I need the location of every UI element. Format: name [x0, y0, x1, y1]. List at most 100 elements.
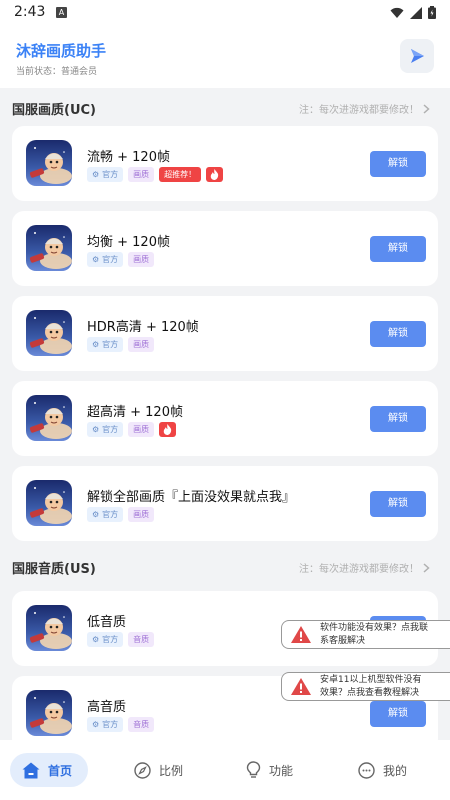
support-toast[interactable]: 软件功能没有效果？点我联 系客服解决 [281, 620, 450, 649]
nav-ratio[interactable]: 比例 [134, 753, 183, 787]
game-thumbnail [26, 690, 72, 736]
unlock-button[interactable]: 解锁 [370, 321, 426, 347]
unlock-button[interactable]: 解锁 [370, 406, 426, 432]
official-tag-label: 官方 [102, 425, 119, 434]
tag-row: ⚙ 官方 画质 [87, 252, 155, 267]
official-tag-icon: ⚙ [92, 170, 100, 179]
unlock-button[interactable]: 解锁 [370, 236, 426, 262]
toast-line: 系客服解决 [320, 635, 366, 646]
official-tag-icon: ⚙ [92, 255, 100, 264]
official-tag-label: 官方 [102, 635, 119, 644]
official-tag: ⚙ 官方 [87, 717, 124, 732]
official-tag-icon: ⚙ [92, 635, 100, 644]
status-bar: 2:43 A [0, 0, 450, 26]
tag-row: ⚙ 官方 画质 [87, 507, 155, 522]
card-unlock-all[interactable]: 解锁全部画质『上面没效果就点我』 ⚙ 官方 画质 解锁 [12, 466, 438, 541]
nav-mine[interactable]: 我的 [358, 753, 407, 787]
tutorial-toast[interactable]: 安卓11以上机型软件没有 效果？点我查看教程解决 [281, 672, 450, 701]
section-title: 国服音质(US) [12, 562, 96, 577]
card-title: HDR高清 + 120帧 [87, 320, 199, 335]
audio-tag: 音质 [128, 717, 155, 732]
card-hdr-120[interactable]: HDR高清 + 120帧 ⚙ 官方 画质 解锁 [12, 296, 438, 371]
section-note-text: 注：每次进游戏都要修改！ [299, 105, 419, 116]
tag-row: ⚙ 官方 音质 [87, 717, 155, 732]
warning-icon [291, 626, 311, 643]
member-status: 当前状态：普通会员 [16, 67, 98, 77]
game-thumbnail [26, 310, 72, 356]
card-title: 解锁全部画质『上面没效果就点我』 [87, 490, 296, 505]
nav-label: 我的 [383, 763, 408, 778]
tag-row: ⚙ 官方 音质 [87, 632, 155, 647]
play-button[interactable] [400, 39, 434, 73]
quality-tag: 画质 [128, 252, 155, 267]
quality-tag: 画质 [128, 507, 155, 522]
card-balanced-120[interactable]: 均衡 + 120帧 ⚙ 官方 画质 解锁 [12, 211, 438, 286]
app-header: 沐辞画质助手 当前状态：普通会员 [0, 26, 450, 88]
official-tag-label: 官方 [102, 170, 119, 179]
game-thumbnail [26, 480, 72, 526]
section-note: 注：每次进游戏都要修改！ [299, 101, 430, 116]
section-note: 注：每次进游戏都要修改！ [299, 560, 430, 575]
official-tag-label: 官方 [102, 720, 119, 729]
official-tag: ⚙ 官方 [87, 632, 124, 647]
game-thumbnail [26, 605, 72, 651]
game-thumbnail [26, 395, 72, 441]
official-tag-icon: ⚙ [92, 340, 100, 349]
game-thumbnail [26, 140, 72, 186]
toast-line: 软件功能没有效果？点我联 [320, 622, 429, 633]
section-header-uc[interactable]: 国服画质(UC) 注：每次进游戏都要修改！ [0, 90, 450, 124]
official-tag-label: 官方 [102, 510, 119, 519]
nav-home[interactable]: 首页 [10, 753, 89, 787]
unlock-button[interactable]: 解锁 [370, 491, 426, 517]
status-time: 2:43 [14, 4, 46, 20]
official-tag-label: 官方 [102, 255, 119, 264]
toast-message: 软件功能没有效果？点我联 系客服解决 [320, 622, 428, 648]
chevron-right-icon [423, 562, 430, 573]
official-tag: ⚙ 官方 [87, 167, 124, 182]
tag-row: ⚙ 官方 画质 超推荐！ [87, 167, 224, 182]
app-title: 沐辞画质助手 [16, 42, 107, 60]
quality-tag: 画质 [128, 422, 155, 437]
section-title: 国服画质(UC) [12, 103, 96, 118]
nav-features[interactable]: 功能 [246, 753, 293, 787]
card-ultra-120[interactable]: 超高清 + 120帧 ⚙ 官方 画质 解锁 [12, 381, 438, 456]
nav-label: 功能 [269, 763, 294, 778]
card-title: 低音质 [87, 615, 127, 630]
toast-line: 安卓11以上机型软件没有 [320, 674, 422, 685]
toast-message: 安卓11以上机型软件没有 效果？点我查看教程解决 [320, 674, 421, 700]
card-title: 高音质 [87, 700, 127, 715]
game-thumbnail [26, 225, 72, 271]
tag-row: ⚙ 官方 画质 [87, 337, 155, 352]
chevron-right-icon [423, 103, 430, 114]
warning-icon [291, 678, 311, 695]
unlock-button[interactable]: 解锁 [370, 151, 426, 177]
official-tag: ⚙ 官方 [87, 337, 124, 352]
official-tag-icon: ⚙ [92, 720, 100, 729]
tag-row: ⚙ 官方 画质 [87, 422, 177, 437]
card-title: 超高清 + 120帧 [87, 405, 183, 420]
play-icon [411, 49, 424, 63]
card-title: 均衡 + 120帧 [87, 235, 170, 250]
system-icons [390, 6, 436, 19]
audio-tag: 音质 [128, 632, 155, 647]
section-header-us[interactable]: 国服音质(US) 注：每次进游戏都要修改！ [0, 549, 450, 583]
bulb-icon [246, 761, 261, 778]
signal-icon [410, 6, 422, 19]
official-tag: ⚙ 官方 [87, 507, 124, 522]
fire-icon [159, 422, 177, 437]
nav-label: 比例 [159, 763, 184, 778]
bottom-nav: 首页 比例 功能 我的 [0, 740, 450, 800]
card-title: 流畅 + 120帧 [87, 150, 170, 165]
battery-icon [428, 6, 436, 19]
official-tag: ⚙ 官方 [87, 422, 124, 437]
section-note-text: 注：每次进游戏都要修改！ [299, 564, 419, 575]
home-icon [22, 762, 40, 778]
official-tag-label: 官方 [102, 340, 119, 349]
unlock-button[interactable]: 解锁 [370, 701, 426, 727]
nav-label: 首页 [48, 763, 73, 778]
official-tag-icon: ⚙ [92, 425, 100, 434]
toast-line: 效果？点我查看教程解决 [320, 687, 420, 698]
wifi-icon [390, 7, 404, 18]
official-tag-icon: ⚙ [92, 510, 100, 519]
card-smooth-120[interactable]: 流畅 + 120帧 ⚙ 官方 画质 超推荐！ 解锁 [12, 126, 438, 201]
